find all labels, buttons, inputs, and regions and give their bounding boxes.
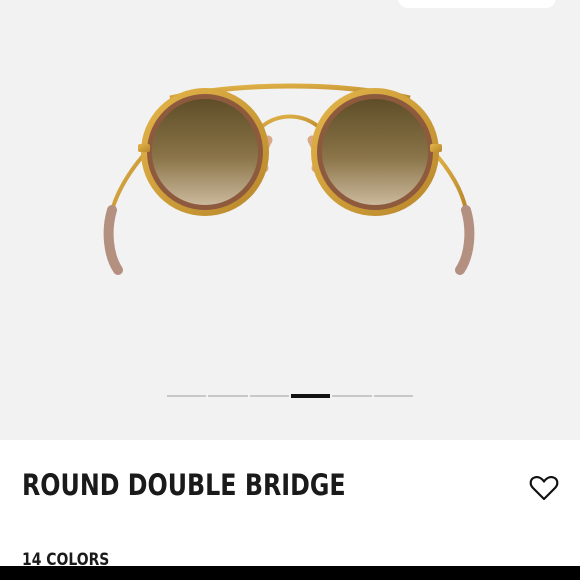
- product-title: ROUND DOUBLE BRIDGE: [22, 468, 346, 502]
- heart-outline-icon: [529, 476, 559, 501]
- carousel-dot[interactable]: [208, 395, 248, 397]
- carousel-dot[interactable]: [373, 395, 413, 397]
- carousel-dot[interactable]: [249, 395, 289, 397]
- carousel-dot-active[interactable]: [290, 394, 331, 398]
- favorite-button[interactable]: [528, 472, 560, 504]
- bottom-bar: [0, 566, 580, 580]
- carousel-dot[interactable]: [167, 395, 207, 397]
- carousel-dot[interactable]: [332, 395, 372, 397]
- sunglasses-image: [103, 83, 475, 275]
- image-carousel-indicator[interactable]: [167, 394, 413, 398]
- product-image-area[interactable]: [0, 0, 580, 440]
